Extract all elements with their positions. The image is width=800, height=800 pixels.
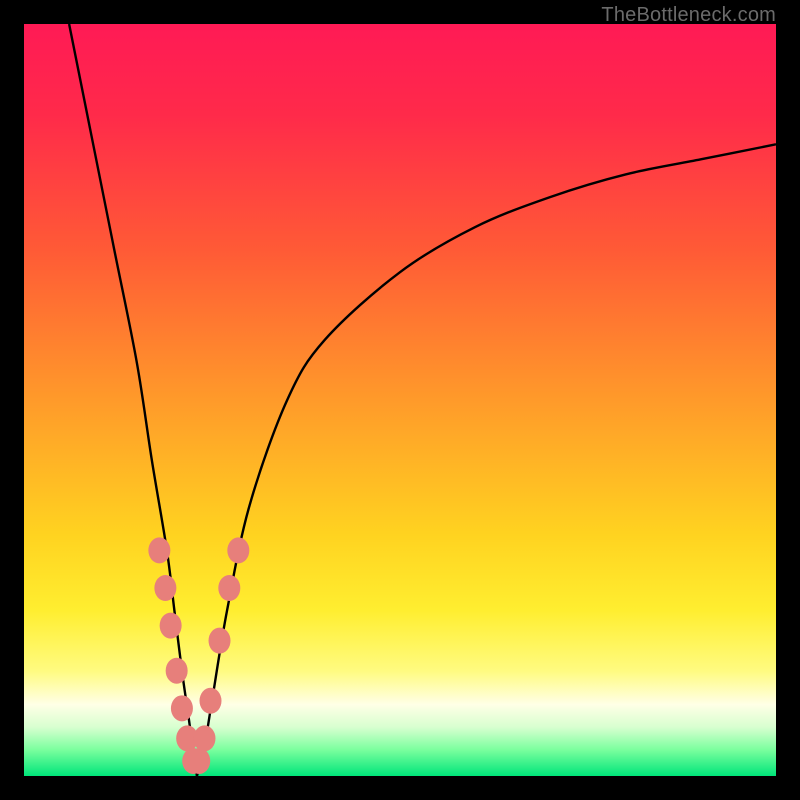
highlight-node — [193, 725, 215, 751]
highlight-node — [209, 628, 231, 654]
highlight-node — [188, 748, 210, 774]
highlight-node — [166, 658, 188, 684]
highlight-node — [148, 537, 170, 563]
highlight-node — [218, 575, 240, 601]
highlight-node — [160, 613, 182, 639]
plot-area — [24, 24, 776, 776]
highlight-node — [171, 695, 193, 721]
gradient-rect — [24, 24, 776, 776]
highlight-node — [154, 575, 176, 601]
chart-frame: TheBottleneck.com — [0, 0, 800, 800]
highlight-node — [227, 537, 249, 563]
chart-svg — [24, 24, 776, 776]
highlight-node — [200, 688, 222, 714]
